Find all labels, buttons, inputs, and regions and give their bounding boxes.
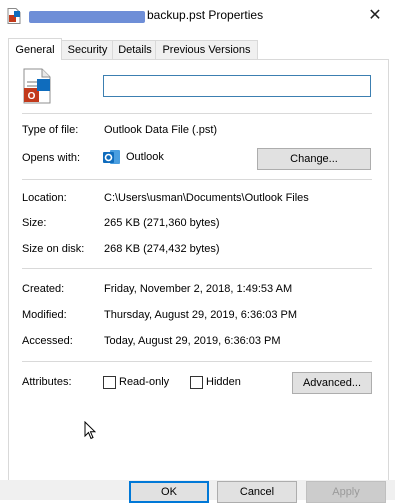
accessed-value: Today, August 29, 2019, 6:36:03 PM bbox=[104, 335, 281, 347]
size-value: 265 KB (271,360 bytes) bbox=[104, 217, 220, 229]
opens-with-app: Outlook bbox=[126, 151, 164, 163]
modified-value: Thursday, August 29, 2019, 6:36:03 PM bbox=[104, 309, 298, 321]
file-name-input[interactable] bbox=[103, 75, 371, 97]
size-on-disk-value: 268 KB (274,432 bytes) bbox=[104, 243, 220, 255]
created-value: Friday, November 2, 2018, 1:49:53 AM bbox=[104, 283, 293, 295]
close-button[interactable]: ✕ bbox=[362, 3, 388, 27]
advanced-button[interactable]: Advanced... bbox=[292, 372, 372, 394]
tab-previous-versions[interactable]: Previous Versions bbox=[155, 40, 258, 59]
type-of-file-label: Type of file: bbox=[22, 124, 79, 136]
accessed-label: Accessed: bbox=[22, 335, 73, 347]
readonly-label[interactable]: Read-only bbox=[119, 376, 169, 388]
created-label: Created: bbox=[22, 283, 65, 295]
general-panel bbox=[8, 59, 389, 481]
separator bbox=[22, 113, 372, 114]
hidden-label[interactable]: Hidden bbox=[206, 376, 241, 388]
change-button[interactable]: Change... bbox=[257, 148, 371, 170]
outlook-icon bbox=[103, 150, 120, 164]
separator bbox=[22, 361, 372, 362]
modified-label: Modified: bbox=[22, 309, 67, 321]
window-title: backup.pst Properties bbox=[147, 8, 264, 22]
type-of-file-value: Outlook Data File (.pst) bbox=[104, 124, 218, 136]
size-on-disk-label: Size on disk: bbox=[22, 243, 85, 255]
location-label: Location: bbox=[22, 192, 67, 204]
close-icon: ✕ bbox=[368, 7, 382, 24]
hidden-checkbox[interactable] bbox=[190, 376, 203, 389]
size-label: Size: bbox=[22, 217, 47, 229]
pst-file-icon: O bbox=[23, 68, 51, 104]
redacted-filename bbox=[29, 11, 145, 23]
tab-details[interactable]: Details bbox=[112, 40, 158, 59]
location-value: C:\Users\usman\Documents\Outlook Files bbox=[104, 192, 309, 204]
attributes-label: Attributes: bbox=[22, 376, 72, 388]
tab-general[interactable]: General bbox=[8, 38, 62, 60]
svg-text:O: O bbox=[28, 91, 36, 102]
opens-with-label: Opens with: bbox=[22, 152, 81, 164]
readonly-checkbox[interactable] bbox=[103, 376, 116, 389]
tab-security[interactable]: Security bbox=[60, 40, 115, 59]
pst-file-icon bbox=[7, 8, 21, 24]
separator bbox=[22, 179, 372, 180]
title-bar: backup.pst Properties ✕ bbox=[0, 0, 395, 31]
mouse-pointer-icon bbox=[84, 421, 96, 440]
separator bbox=[22, 268, 372, 269]
